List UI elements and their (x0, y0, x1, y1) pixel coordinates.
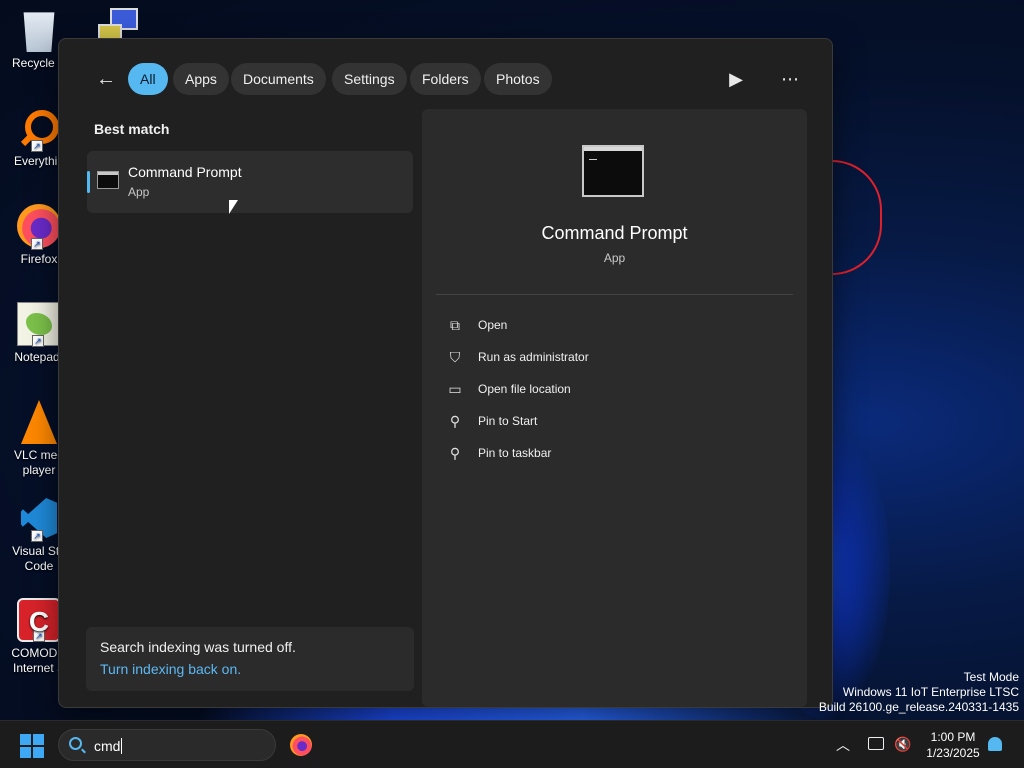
action-label: Pin to Start (478, 414, 538, 428)
shield-admin-icon: ⛉ (449, 349, 461, 365)
red-annotation-mark (832, 160, 882, 275)
clock-time: 1:00 PM (930, 730, 976, 744)
action-label: Open file location (478, 382, 571, 396)
system-clock[interactable]: 1:00 PM 1/23/2025 (918, 729, 988, 761)
search-panel: ← All Apps Documents Settings Folders Ph… (58, 38, 833, 708)
shortcut-arrow-icon: ↗ (31, 140, 43, 152)
open-external-icon: ⧉ (450, 317, 460, 333)
search-icon (69, 737, 82, 750)
shortcut-arrow-icon: ↗ (32, 335, 44, 347)
everything-search-icon: ↗ (17, 106, 61, 152)
mouse-cursor-icon (229, 200, 238, 214)
action-run-as-admin[interactable]: ⛉ Run as administrator (446, 346, 776, 370)
notification-bell-icon[interactable] (988, 737, 1002, 751)
play-icon[interactable]: ▶ (721, 65, 751, 95)
filter-settings[interactable]: Settings (332, 63, 407, 95)
preview-app-type: App (603, 251, 626, 265)
notepad-plus-plus-icon: ↗ (17, 302, 61, 347)
windows-start-icon[interactable] (20, 734, 44, 758)
shortcut-arrow-icon: ↗ (31, 530, 43, 542)
firefox-icon: ↗ (17, 204, 61, 250)
chevron-up-icon[interactable]: ︿ (836, 735, 850, 755)
action-label: Open (478, 318, 508, 332)
watermark-line-3: Build 26100.ge_release.240331-1435 (818, 700, 1019, 714)
action-label: Pin to taskbar (478, 446, 552, 460)
result-command-prompt[interactable]: Command Prompt App (87, 151, 413, 213)
action-pin-to-start[interactable]: ⚲ Pin to Start (446, 410, 776, 434)
pin-icon: ⚲ (449, 445, 461, 461)
network-status-icon[interactable] (868, 737, 884, 750)
best-match-label: Best match (94, 121, 170, 137)
filter-all[interactable]: All (128, 63, 168, 95)
filter-documents[interactable]: Documents (231, 63, 326, 95)
shortcut-arrow-icon: ↗ (33, 630, 45, 642)
vscode-icon: ↗ (17, 496, 61, 542)
preview-pane: Command Prompt App ⧉ Open ⛉ Run as admin… (422, 109, 807, 707)
divider (436, 294, 793, 295)
taskbar: cmd ︿ 🔇 1:00 PM 1/23/2025 (0, 720, 1024, 768)
comodo-icon: ↗ (17, 598, 61, 642)
turn-indexing-on-link[interactable]: Turn indexing back on. (100, 661, 400, 677)
result-title: Command Prompt (128, 164, 242, 180)
selection-indicator (87, 171, 90, 193)
action-open-file-location[interactable]: ▭ Open file location (446, 378, 776, 402)
indexing-notice: Search indexing was turned off. Turn ind… (86, 627, 414, 691)
command-prompt-large-icon (582, 145, 644, 197)
results-column: Best match Command Prompt App (87, 121, 413, 213)
watermark-line-2: Windows 11 IoT Enterprise LTSC (842, 685, 1019, 699)
search-input[interactable]: cmd (94, 738, 123, 754)
action-pin-to-taskbar[interactable]: ⚲ Pin to taskbar (446, 442, 776, 466)
pin-icon: ⚲ (449, 413, 461, 429)
filter-apps[interactable]: Apps (173, 63, 229, 95)
recycle-bin-icon (23, 12, 55, 52)
indexing-message: Search indexing was turned off. (100, 639, 296, 655)
network-icon[interactable] (96, 6, 142, 42)
clock-date: 1/23/2025 (926, 746, 980, 760)
folder-icon: ▭ (448, 381, 462, 397)
firefox-taskbar-icon[interactable] (290, 734, 312, 756)
preview-app-name: Command Prompt (541, 223, 688, 243)
filter-photos[interactable]: Photos (484, 63, 552, 95)
watermark-line-1: Test Mode (963, 670, 1019, 684)
back-arrow-icon[interactable]: ← (91, 65, 121, 95)
taskbar-search-box[interactable]: cmd (58, 729, 276, 761)
volume-muted-icon[interactable]: 🔇 (894, 736, 911, 753)
test-mode-watermark: Test Mode Windows 11 IoT Enterprise LTSC… (819, 670, 1019, 715)
filter-bar: ← All Apps Documents Settings Folders Ph… (59, 63, 832, 97)
more-options-icon[interactable]: ⋯ (775, 65, 805, 95)
vlc-icon (17, 400, 61, 444)
command-prompt-icon (97, 171, 119, 189)
action-label: Run as administrator (478, 350, 589, 364)
action-open[interactable]: ⧉ Open (446, 314, 776, 338)
filter-folders[interactable]: Folders (410, 63, 481, 95)
result-subtitle: App (128, 185, 150, 199)
shortcut-arrow-icon: ↗ (31, 238, 43, 250)
